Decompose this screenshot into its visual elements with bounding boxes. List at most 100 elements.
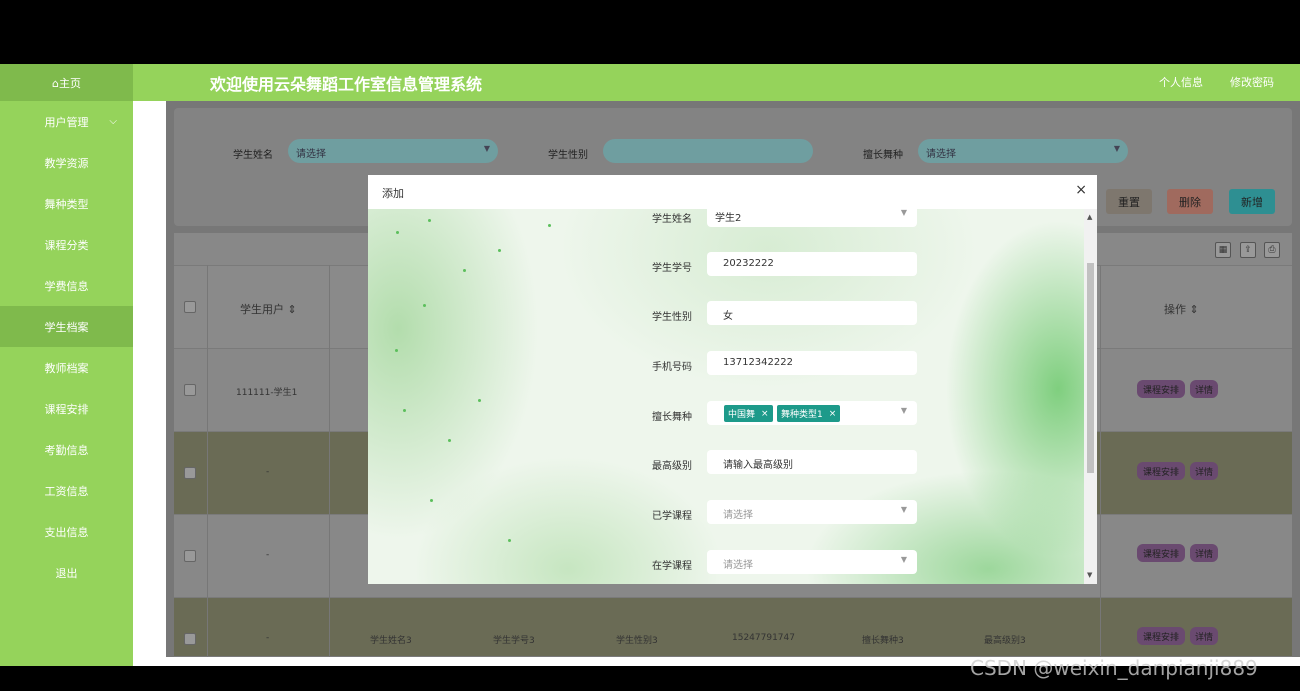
- close-icon[interactable]: ×: [761, 409, 769, 419]
- sidebar-item-course-categories[interactable]: 课程分类: [0, 224, 133, 265]
- sidebar-item-label: 学生档案: [44, 320, 89, 334]
- add-button[interactable]: 新增: [1229, 189, 1275, 214]
- background-dot: [395, 349, 398, 352]
- change-password-link[interactable]: 修改密码: [1230, 74, 1274, 90]
- sidebar-item-logout[interactable]: 退出: [0, 552, 133, 593]
- select-placeholder: 请选择: [723, 510, 753, 521]
- search-student-gender-input[interactable]: [603, 139, 813, 163]
- column-divider: [329, 265, 330, 657]
- sidebar-home[interactable]: ⌂主页: [0, 64, 133, 101]
- detail-button[interactable]: 详情: [1190, 380, 1218, 398]
- scroll-up-icon[interactable]: ▲: [1087, 213, 1092, 221]
- row-checkbox[interactable]: [184, 550, 196, 562]
- dialog-header: 添加 ×: [368, 175, 1097, 209]
- sidebar-item-user-management[interactable]: 用户管理 ⌵: [0, 101, 133, 142]
- select-all-checkbox[interactable]: [184, 301, 196, 313]
- background-dot: [430, 499, 433, 502]
- detail-button[interactable]: 详情: [1190, 462, 1218, 480]
- cell-student-user: -: [266, 633, 270, 643]
- tag-label: 舞种类型1: [781, 410, 823, 420]
- scroll-down-icon[interactable]: ▼: [1087, 571, 1092, 579]
- sidebar-item-label: 课程安排: [44, 402, 89, 416]
- sidebar-item-student-files[interactable]: 学生档案: [0, 306, 133, 347]
- learned-courses-select[interactable]: 请选择 ▼: [707, 500, 917, 524]
- dialog-scrollbar[interactable]: ▲ ▼: [1084, 209, 1097, 584]
- sidebar-item-expenses[interactable]: 支出信息: [0, 511, 133, 552]
- print-icon[interactable]: ⎙: [1264, 242, 1280, 258]
- background-dot: [396, 231, 399, 234]
- sidebar-item-label: 退出: [55, 566, 78, 580]
- columns-icon[interactable]: ▦: [1215, 242, 1231, 258]
- top-black-bar: [0, 0, 1300, 64]
- row-checkbox[interactable]: [184, 467, 196, 479]
- sidebar-item-attendance[interactable]: 考勤信息: [0, 429, 133, 470]
- course-schedule-button[interactable]: 课程安排: [1137, 544, 1185, 562]
- background-dot: [498, 249, 501, 252]
- detail-button[interactable]: 详情: [1190, 544, 1218, 562]
- cell-student-user: -: [266, 550, 270, 560]
- table-row: - 学生姓名3 学生学号3 学生性别3 15247791747 擅长舞种3 最高…: [174, 598, 1292, 657]
- search-dance-specialty-select[interactable]: 请选择 ▼: [918, 139, 1128, 163]
- search-label-student-name: 学生姓名: [233, 150, 273, 161]
- header: 欢迎使用云朵舞蹈工作室信息管理系统 个人信息 修改密码: [133, 64, 1300, 101]
- column-header-student-user[interactable]: 学生用户 ⇕: [240, 301, 297, 317]
- student-gender-field[interactable]: 女: [707, 301, 917, 325]
- label-dance-specialty: 擅长舞种: [652, 412, 692, 423]
- phone-field[interactable]: 13712342222: [707, 351, 917, 375]
- sidebar-item-label: 考勤信息: [44, 443, 89, 457]
- row-checkbox[interactable]: [184, 384, 196, 396]
- sidebar-item-course-schedule[interactable]: 课程安排: [0, 388, 133, 429]
- sidebar-item-label: 教学资源: [44, 156, 89, 170]
- tag-dance: 中国舞 ×: [724, 405, 773, 422]
- background-dot: [403, 409, 406, 412]
- cell-student-user: -: [266, 467, 270, 477]
- label-current-courses: 在学课程: [652, 561, 692, 572]
- sidebar-item-tuition[interactable]: 学费信息: [0, 265, 133, 306]
- background-dot: [448, 439, 451, 442]
- select-placeholder: 请选择: [926, 149, 956, 160]
- highest-level-field[interactable]: 请输入最高级别: [707, 450, 917, 474]
- profile-link[interactable]: 个人信息: [1159, 74, 1203, 90]
- chevron-down-icon: ⌵: [109, 116, 117, 127]
- sidebar-item-teaching-resources[interactable]: 教学资源: [0, 142, 133, 183]
- scrollbar-thumb[interactable]: [1087, 263, 1094, 473]
- detail-button[interactable]: 详情: [1190, 627, 1218, 645]
- sidebar-item-label: 工资信息: [44, 484, 89, 498]
- reset-button[interactable]: 重置: [1106, 189, 1152, 214]
- export-icon[interactable]: ⇪: [1240, 242, 1256, 258]
- row-checkbox[interactable]: [184, 633, 196, 645]
- close-icon[interactable]: ×: [1075, 182, 1087, 198]
- student-number-field[interactable]: 20232222: [707, 252, 917, 276]
- watermark-text: CSDN @weixin_danpianji889: [970, 656, 1258, 680]
- cell-phone: 15247791747: [732, 633, 795, 643]
- course-schedule-button[interactable]: 课程安排: [1137, 627, 1185, 645]
- sidebar-item-dance-types[interactable]: 舞种类型: [0, 183, 133, 224]
- column-header-actions[interactable]: 操作 ⇕: [1164, 301, 1199, 317]
- background-dot: [548, 224, 551, 227]
- background-dot: [463, 269, 466, 272]
- background-dot: [423, 304, 426, 307]
- sidebar-item-salary[interactable]: 工资信息: [0, 470, 133, 511]
- course-schedule-button[interactable]: 课程安排: [1137, 380, 1185, 398]
- sidebar-item-label: 用户管理: [44, 115, 89, 129]
- label-student-number: 学生学号: [652, 263, 692, 274]
- select-placeholder: 请选择: [723, 560, 753, 571]
- delete-button[interactable]: 删除: [1167, 189, 1213, 214]
- chevron-down-icon: ▼: [900, 555, 907, 564]
- chevron-down-icon: ▼: [900, 505, 907, 514]
- background-dot: [478, 399, 481, 402]
- close-icon[interactable]: ×: [829, 409, 837, 419]
- chevron-down-icon: ▼: [1113, 144, 1120, 153]
- search-student-name-select[interactable]: 请选择 ▼: [288, 139, 498, 163]
- select-placeholder: 请选择: [296, 149, 326, 160]
- dance-specialty-multiselect[interactable]: 中国舞 × 舞种类型1 × ▼: [707, 401, 917, 425]
- course-schedule-button[interactable]: 课程安排: [1137, 462, 1185, 480]
- student-name-select[interactable]: 学生2 ▼: [707, 209, 917, 227]
- current-courses-select[interactable]: 请选择 ▼: [707, 550, 917, 574]
- sidebar-item-teacher-files[interactable]: 教师档案: [0, 347, 133, 388]
- dialog-form: 学生姓名 学生2 ▼ 学生学号 20232222 学生性别 女 手机号码 137…: [368, 209, 1084, 584]
- label-highest-level: 最高级别: [652, 461, 692, 472]
- label-student-name: 学生姓名: [652, 214, 692, 225]
- cell-student-name: 学生姓名3: [370, 636, 412, 646]
- cell-student-gender: 学生性别3: [616, 636, 658, 646]
